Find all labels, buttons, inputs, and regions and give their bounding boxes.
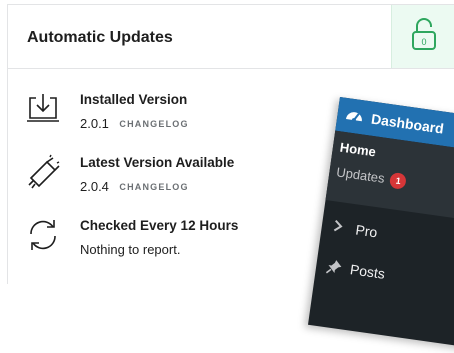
unlock-icon: 0: [411, 17, 437, 56]
latest-version-number: 2.0.4: [80, 179, 109, 194]
card-header: Automatic Updates 0: [8, 5, 454, 69]
chevron-right-icon: [330, 218, 345, 238]
installed-version-title: Installed Version: [80, 92, 188, 107]
latest-changelog-link[interactable]: CHANGELOG: [119, 182, 188, 192]
wp-updates-label: Updates: [335, 164, 386, 186]
wp-updates-count-badge: 1: [389, 171, 408, 190]
installed-changelog-link[interactable]: CHANGELOG: [119, 119, 188, 129]
check-status-line: Nothing to report.: [80, 241, 180, 259]
check-frequency-title: Checked Every 12 Hours: [80, 218, 239, 233]
installed-version-number: 2.0.1: [80, 116, 109, 131]
lock-toggle-button[interactable]: 0: [391, 5, 454, 68]
latest-version-title: Latest Version Available: [80, 155, 235, 170]
pin-icon: [325, 258, 344, 281]
latest-version-line: 2.0.4 CHANGELOG: [80, 178, 189, 196]
wp-pro-label: Pro: [354, 221, 379, 241]
wp-dashboard-label: Dashboard: [370, 110, 445, 137]
refresh-icon: [25, 218, 61, 254]
svg-text:0: 0: [421, 37, 426, 47]
megaphone-icon: [25, 154, 61, 190]
wp-submenu-home: Home: [338, 139, 377, 160]
check-status-text: Nothing to report.: [80, 242, 181, 257]
card-title: Automatic Updates: [27, 29, 173, 46]
installed-version-line: 2.0.1 CHANGELOG: [80, 115, 189, 133]
wp-posts-label: Posts: [349, 261, 386, 282]
download-icon: [25, 92, 61, 128]
dashboard-gauge-icon: [344, 106, 365, 129]
wp-submenu-updates: Updates 1: [335, 164, 408, 190]
